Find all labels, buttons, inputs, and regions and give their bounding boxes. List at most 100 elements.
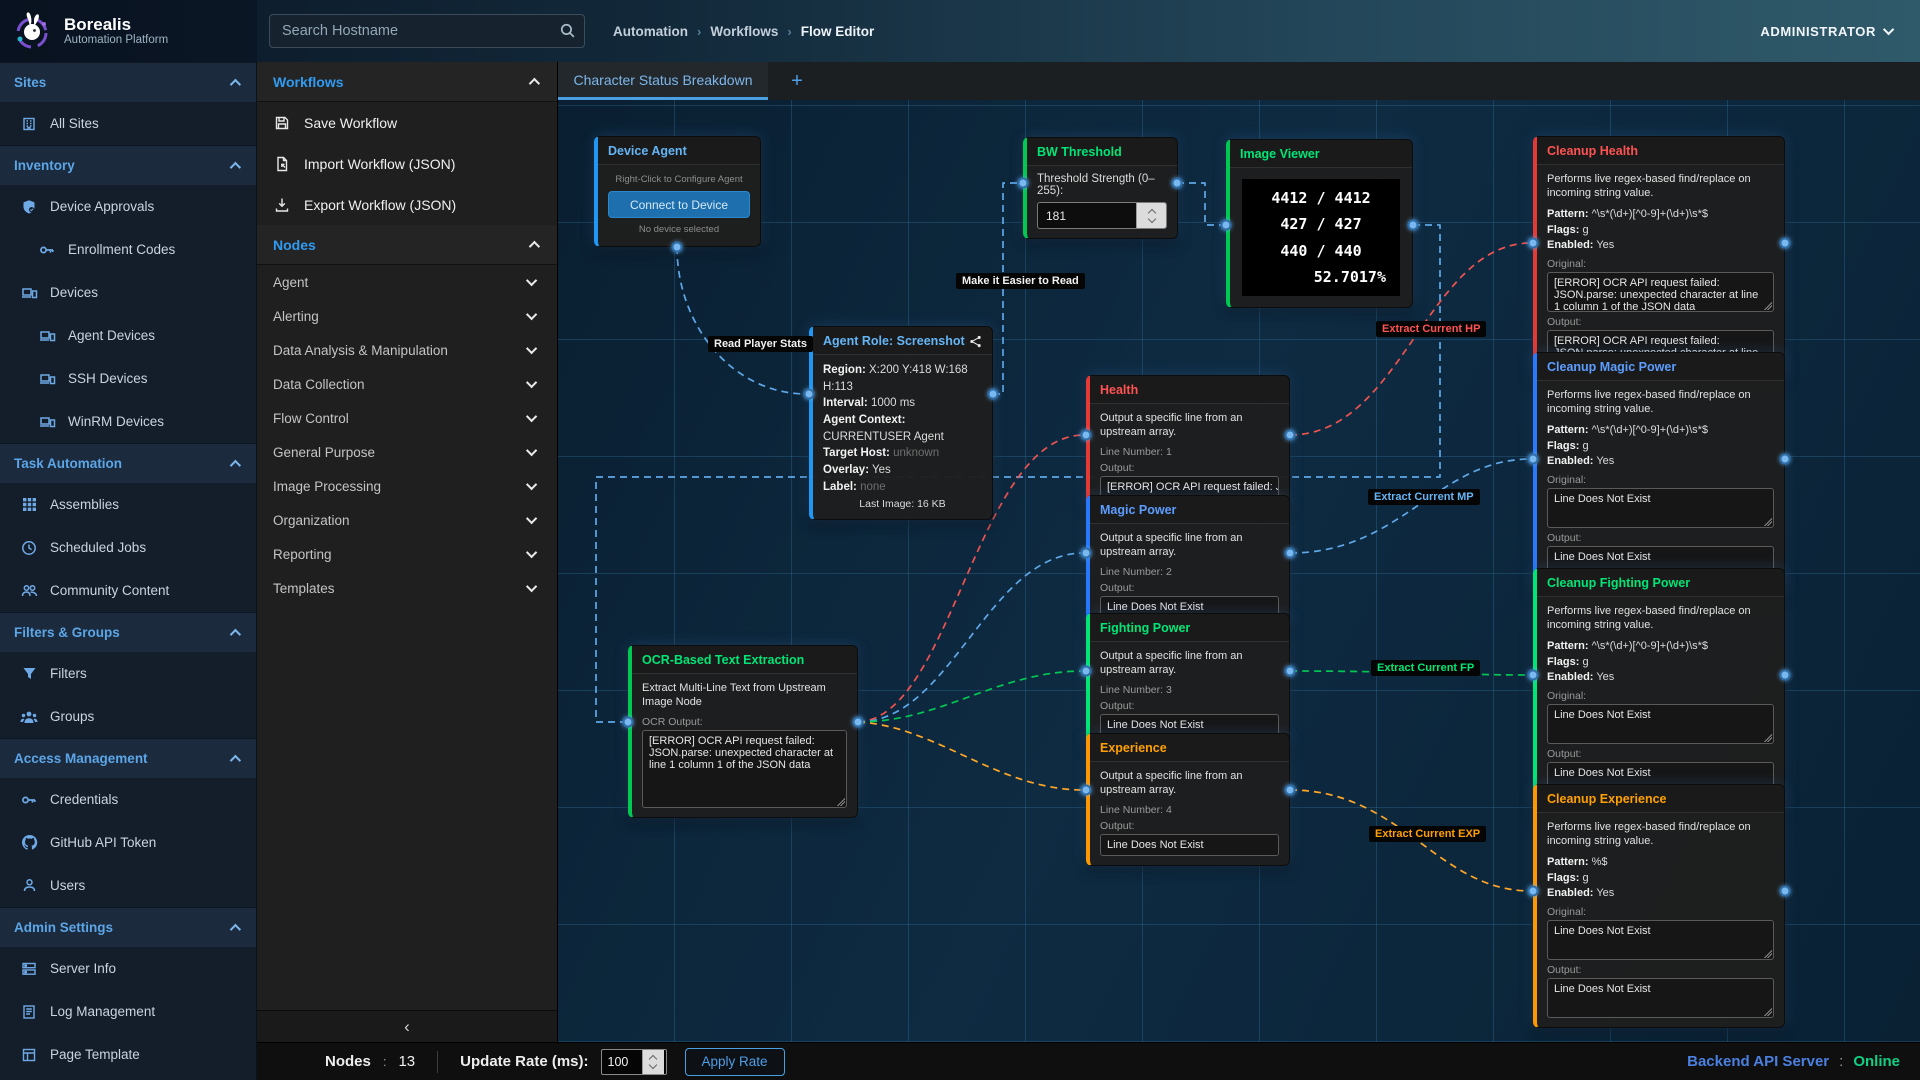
sidebar-item-winrm-devices[interactable]: WinRM Devices [0, 400, 256, 443]
sidebar-section-admin-settings[interactable]: Admin Settings [0, 907, 256, 947]
connection-port[interactable] [1172, 178, 1183, 189]
connection-port[interactable] [1081, 430, 1092, 441]
connection-port[interactable] [1780, 454, 1791, 465]
workflows-section-header[interactable]: Workflows [257, 62, 557, 102]
sidebar-item-groups[interactable]: Groups [0, 695, 256, 738]
node-health[interactable]: Health Output a specific line from an up… [1086, 375, 1290, 508]
connection-port[interactable] [672, 242, 683, 253]
resize-grip-icon[interactable] [1763, 1007, 1772, 1016]
node-cleanup-fighting-power[interactable]: Cleanup Fighting Power Performs live reg… [1533, 568, 1785, 812]
connection-port[interactable] [1285, 430, 1296, 441]
connection-port[interactable] [1285, 785, 1296, 796]
threshold-input[interactable]: 181 [1037, 202, 1167, 229]
sidebar-section-filters-groups[interactable]: Filters & Groups [0, 612, 256, 652]
export-workflow-button[interactable]: Export Workflow (JSON) [257, 184, 557, 225]
node-category-agent[interactable]: Agent [257, 265, 557, 299]
node-image-viewer[interactable]: Image Viewer 4412 / 4412 427 / 427 440 /… [1226, 139, 1413, 308]
connection-port[interactable] [1018, 178, 1029, 189]
connection-port[interactable] [1780, 886, 1791, 897]
sidebar-item-agent-devices[interactable]: Agent Devices [0, 314, 256, 357]
apply-rate-button[interactable]: Apply Rate [685, 1048, 785, 1076]
resize-grip-icon[interactable] [1763, 517, 1772, 526]
sidebar-section-task-automation[interactable]: Task Automation [0, 443, 256, 483]
collapse-panel-button[interactable]: ‹ [257, 1010, 557, 1042]
node-category-data-collection[interactable]: Data Collection [257, 367, 557, 401]
node-agent-role-screenshot[interactable]: Agent Role: Screenshot Region: X:200 Y:4… [809, 326, 993, 520]
threshold-value[interactable]: 181 [1038, 203, 1136, 228]
sidebar-item-page-template[interactable]: Page Template [0, 1033, 256, 1076]
connection-port[interactable] [1081, 785, 1092, 796]
node-experience[interactable]: Experience Output a specific line from a… [1086, 733, 1290, 866]
output-field[interactable]: Line Does Not Exist [1547, 978, 1774, 1018]
tab-character-status-breakdown[interactable]: Character Status Breakdown [558, 62, 768, 100]
original-field[interactable]: Line Does Not Exist [1547, 920, 1774, 960]
node-category-flow-control[interactable]: Flow Control [257, 401, 557, 435]
resize-grip-icon[interactable] [1763, 301, 1772, 310]
connection-port[interactable] [988, 389, 999, 400]
number-spinner[interactable] [642, 1050, 664, 1074]
sidebar-item-log-management[interactable]: Log Management [0, 990, 256, 1033]
sidebar-item-scheduled-jobs[interactable]: Scheduled Jobs [0, 526, 256, 569]
resize-grip-icon[interactable] [836, 797, 845, 806]
sidebar-item-credentials[interactable]: Credentials [0, 778, 256, 821]
sidebar-item-devices[interactable]: Devices [0, 271, 256, 314]
connection-port[interactable] [804, 389, 815, 400]
ocr-output-field[interactable]: [ERROR] OCR API request failed: JSON.par… [642, 730, 847, 808]
breadcrumb-automation[interactable]: Automation [613, 24, 688, 39]
sidebar-item-server-info[interactable]: Server Info [0, 947, 256, 990]
node-bw-threshold[interactable]: BW Threshold Threshold Strength (0–255):… [1023, 137, 1178, 239]
node-category-templates[interactable]: Templates [257, 571, 557, 605]
node-device-agent[interactable]: Device Agent Right-Click to Configure Ag… [594, 136, 761, 247]
connection-port[interactable] [1780, 670, 1791, 681]
connection-port[interactable] [1528, 238, 1539, 249]
connection-port[interactable] [1081, 548, 1092, 559]
node-cleanup-experience[interactable]: Cleanup Experience Performs live regex-b… [1533, 784, 1785, 1028]
node-magic-power[interactable]: Magic Power Output a specific line from … [1086, 495, 1290, 628]
connect-to-device-button[interactable]: Connect to Device [608, 191, 750, 218]
sidebar-item-ssh-devices[interactable]: SSH Devices [0, 357, 256, 400]
import-workflow-button[interactable]: Import Workflow (JSON) [257, 143, 557, 184]
sidebar-item-enrollment-codes[interactable]: Enrollment Codes [0, 228, 256, 271]
node-fighting-power[interactable]: Fighting Power Output a specific line fr… [1086, 613, 1290, 746]
add-tab-button[interactable]: + [768, 62, 826, 100]
search-input[interactable] [269, 14, 585, 48]
sidebar-item-all-sites[interactable]: All Sites [0, 102, 256, 145]
update-rate-value[interactable] [602, 1050, 642, 1074]
user-menu-administrator[interactable]: ADMINISTRATOR [1760, 24, 1894, 39]
sidebar-section-inventory[interactable]: Inventory [0, 145, 256, 185]
connection-port[interactable] [1528, 454, 1539, 465]
output-field[interactable]: Line Does Not Exist [1100, 834, 1279, 856]
sidebar-item-community-content[interactable]: Community Content [0, 569, 256, 612]
connection-port[interactable] [1081, 666, 1092, 677]
node-category-alerting[interactable]: Alerting [257, 299, 557, 333]
resize-grip-icon[interactable] [1763, 733, 1772, 742]
sidebar-item-users[interactable]: Users [0, 864, 256, 907]
resize-grip-icon[interactable] [1763, 949, 1772, 958]
sidebar-item-filters[interactable]: Filters [0, 652, 256, 695]
connection-port[interactable] [1221, 220, 1232, 231]
node-cleanup-magic-power[interactable]: Cleanup Magic Power Performs live regex-… [1533, 352, 1785, 596]
node-category-image-processing[interactable]: Image Processing [257, 469, 557, 503]
connection-port[interactable] [1528, 886, 1539, 897]
sidebar-section-access-management[interactable]: Access Management [0, 738, 256, 778]
number-spinner[interactable] [1136, 203, 1166, 228]
flow-canvas[interactable]: Read Player Stats Make it Easier to Read… [557, 100, 1920, 1042]
node-ocr-text-extraction[interactable]: OCR-Based Text Extraction Extract Multi-… [628, 645, 858, 818]
sidebar-section-sites[interactable]: Sites [0, 62, 256, 102]
connection-port[interactable] [1780, 238, 1791, 249]
connection-port[interactable] [1408, 220, 1419, 231]
nodes-section-header[interactable]: Nodes [257, 225, 557, 265]
node-cleanup-health[interactable]: Cleanup Health Performs live regex-based… [1533, 136, 1785, 380]
connection-port[interactable] [623, 717, 634, 728]
node-category-reporting[interactable]: Reporting [257, 537, 557, 571]
original-field[interactable]: Line Does Not Exist [1547, 704, 1774, 744]
save-workflow-button[interactable]: Save Workflow [257, 102, 557, 143]
connection-port[interactable] [1528, 670, 1539, 681]
node-category-organization[interactable]: Organization [257, 503, 557, 537]
sidebar-item-device-approvals[interactable]: Device Approvals [0, 185, 256, 228]
breadcrumb-workflows[interactable]: Workflows [710, 24, 778, 39]
sidebar-item-assemblies[interactable]: Assemblies [0, 483, 256, 526]
original-field[interactable]: [ERROR] OCR API request failed: JSON.par… [1547, 272, 1774, 312]
node-category-data-analysis[interactable]: Data Analysis & Manipulation [257, 333, 557, 367]
connection-port[interactable] [1285, 666, 1296, 677]
